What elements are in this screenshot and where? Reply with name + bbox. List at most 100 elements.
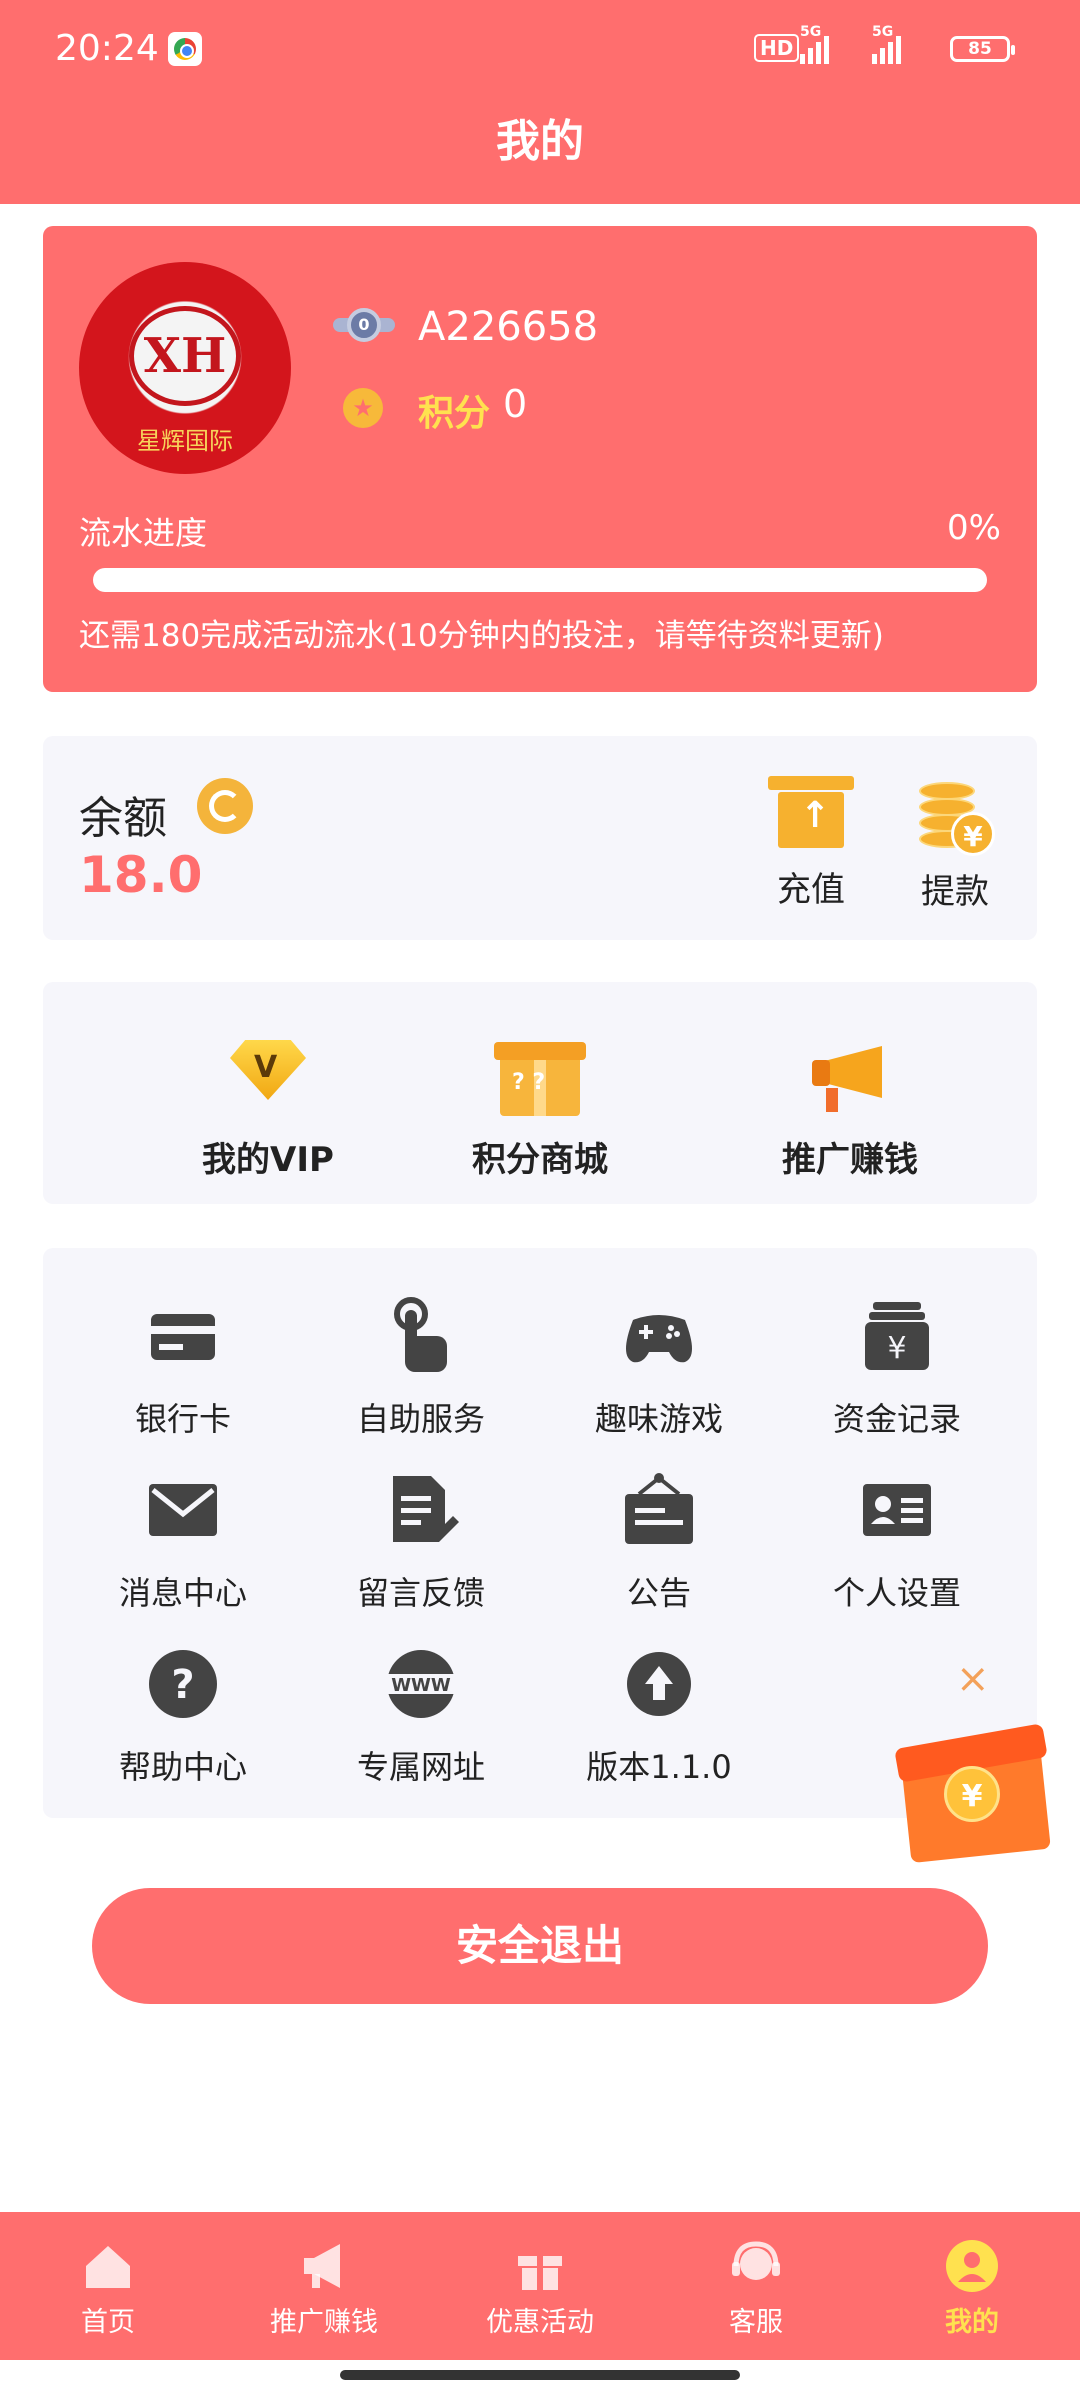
service-label: 留言反馈 <box>356 1574 485 1612</box>
star-icon: ★ <box>343 388 383 428</box>
gift-box-icon: ? ? <box>490 1030 590 1120</box>
balance-value: 18.0 <box>79 846 203 904</box>
signal-icon: 5G <box>800 24 829 64</box>
service-label: 消息中心 <box>118 1574 247 1612</box>
edit-document-icon <box>381 1470 461 1550</box>
tab-home[interactable]: 首页 <box>0 2212 216 2360</box>
vip-diamond-icon: V <box>218 1030 318 1120</box>
service-exclusive-url[interactable]: WWW 专属网址 <box>321 1644 521 1788</box>
service-feedback[interactable]: 留言反馈 <box>321 1470 521 1614</box>
balance-label: 余额 <box>79 793 167 844</box>
page-header: 我的 <box>0 100 1080 204</box>
withdraw-button[interactable]: ¥ 提款 <box>900 776 1010 913</box>
feature-vip[interactable]: V 我的VIP <box>158 1030 378 1181</box>
points-value: 0 <box>503 382 528 426</box>
feature-points-mall[interactable]: ? ? 积分商城 <box>430 1030 650 1181</box>
gamepad-icon <box>619 1296 699 1376</box>
level-badge-icon: 0 <box>333 306 395 344</box>
svg-text:¥: ¥ <box>887 1331 906 1366</box>
service-personal-settings[interactable]: 个人设置 <box>797 1470 997 1614</box>
svg-text:?: ? <box>171 1662 194 1708</box>
feature-promote-earn[interactable]: 推广赚钱 <box>740 1030 960 1181</box>
feature-label: 推广赚钱 <box>782 1140 918 1180</box>
service-label: 银行卡 <box>134 1400 231 1438</box>
service-label: 资金记录 <box>832 1400 961 1438</box>
service-label: 趣味游戏 <box>594 1400 723 1438</box>
level-value: 0 <box>347 308 381 342</box>
service-label: 自助服务 <box>356 1400 485 1438</box>
user-icon <box>944 2238 1000 2294</box>
tab-label: 优惠活动 <box>486 2307 594 2338</box>
flow-progress-percent: 0% <box>947 508 1001 548</box>
envelope-icon <box>143 1470 223 1550</box>
hd-voice-icon: HD <box>754 34 800 62</box>
status-time: 20:24 <box>55 28 159 69</box>
service-label: 个人设置 <box>832 1574 961 1612</box>
www-globe-icon: WWW <box>381 1644 461 1724</box>
tab-mine[interactable]: 我的 <box>864 2212 1080 2360</box>
logout-button[interactable]: 安全退出 <box>92 1888 988 2004</box>
page-title: 我的 <box>496 116 584 167</box>
service-message-center[interactable]: 消息中心 <box>83 1470 283 1614</box>
username: A226658 <box>418 304 599 350</box>
service-fund-records[interactable]: ¥ 资金记录 <box>797 1296 997 1440</box>
service-self-help[interactable]: 自助服务 <box>321 1296 521 1440</box>
gift-icon <box>512 2238 568 2294</box>
recharge-label: 充值 <box>777 870 845 910</box>
tab-label: 首页 <box>81 2307 135 2338</box>
avatar-logo-monogram: XH <box>129 306 241 406</box>
notice-board-icon <box>619 1470 699 1550</box>
service-announcement[interactable]: 公告 <box>559 1470 759 1614</box>
chrome-app-icon <box>168 32 202 66</box>
battery-icon: 85 <box>950 36 1015 62</box>
yuan-record-icon: ¥ <box>857 1296 937 1376</box>
tab-promotions[interactable]: 优惠活动 <box>432 2212 648 2360</box>
coin-icon: ¥ <box>944 1766 1000 1822</box>
floating-gift-banner[interactable]: × ¥ <box>886 1656 1068 1874</box>
tab-label: 我的 <box>945 2307 999 2338</box>
tab-label: 推广赚钱 <box>270 2307 378 2338</box>
service-label: 公告 <box>626 1574 691 1612</box>
home-indicator[interactable] <box>340 2370 740 2380</box>
tab-customer-service[interactable]: 客服 <box>648 2212 864 2360</box>
id-card-icon <box>857 1470 937 1550</box>
withdraw-label: 提款 <box>921 872 989 912</box>
upgrade-arrow-icon <box>619 1644 699 1724</box>
service-fun-games[interactable]: 趣味游戏 <box>559 1296 759 1440</box>
tab-label: 客服 <box>729 2307 783 2338</box>
recharge-icon: ↑ <box>768 776 854 850</box>
megaphone-icon <box>296 2238 352 2294</box>
headset-icon <box>728 2238 784 2294</box>
service-label: 专属网址 <box>356 1748 485 1786</box>
flow-note: 还需180完成活动流水(10分钟内的投注，请等待资料更新) <box>79 618 884 654</box>
help-icon: ? <box>143 1644 223 1724</box>
megaphone-icon <box>800 1030 900 1120</box>
tap-hand-icon <box>381 1296 461 1376</box>
service-version[interactable]: 版本1.1.0 <box>559 1644 759 1788</box>
service-help-center[interactable]: ? 帮助中心 <box>83 1644 283 1788</box>
signal-icon: 5G <box>872 24 901 64</box>
flow-progress-label: 流水进度 <box>79 514 208 552</box>
home-icon <box>80 2238 136 2294</box>
bank-card-icon <box>143 1296 223 1376</box>
status-bar: 20:24 HD 5G 5G 85 <box>0 0 1080 100</box>
coins-icon: ¥ <box>915 776 995 856</box>
profile-card: XH 星辉国际 0 A226658 ★ 积分 0 流水进度 0% 还需180完成… <box>43 226 1037 692</box>
points-label: 积分 <box>418 393 491 434</box>
service-label: 版本1.1.0 <box>586 1748 732 1786</box>
service-bank-card[interactable]: 银行卡 <box>83 1296 283 1440</box>
refresh-icon[interactable] <box>197 778 253 834</box>
feature-label: 我的VIP <box>202 1140 334 1180</box>
svg-text:WWW: WWW <box>391 1675 451 1696</box>
avatar-caption: 星辉国际 <box>137 427 233 455</box>
service-label: 帮助中心 <box>118 1748 247 1786</box>
features-card: V 我的VIP ? ? 积分商城 推广赚钱 <box>43 982 1037 1204</box>
tab-promote[interactable]: 推广赚钱 <box>216 2212 432 2360</box>
recharge-button[interactable]: ↑ 充值 <box>756 776 866 911</box>
bottom-tab-bar: 首页 推广赚钱 优惠活动 客服 我的 <box>0 2212 1080 2360</box>
balance-card: 余额 18.0 ↑ 充值 ¥ 提款 <box>43 736 1037 940</box>
flow-progress-bar <box>93 568 987 592</box>
avatar[interactable]: XH 星辉国际 <box>79 262 291 474</box>
close-icon[interactable]: × <box>956 1656 990 1702</box>
feature-label: 积分商城 <box>472 1140 608 1180</box>
